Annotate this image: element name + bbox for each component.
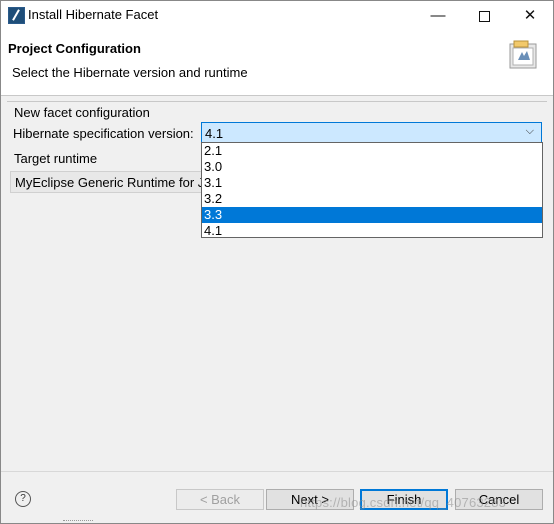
dropdown-option[interactable]: 3.2 [202, 191, 542, 207]
minimize-button[interactable]: — [415, 1, 461, 31]
chevron-down-icon: ⌵ [525, 125, 534, 137]
close-button[interactable]: ✕ [507, 1, 553, 31]
version-combo-value: 4.1 [205, 126, 224, 141]
app-icon [8, 7, 25, 24]
back-button[interactable]: < Back [176, 489, 264, 510]
dropdown-option[interactable]: 2.1 [202, 143, 542, 159]
runtime-label: Target runtime [14, 151, 98, 166]
dialog-window: Install Hibernate Facet — ✕ Project Conf… [0, 0, 554, 524]
dropdown-option[interactable]: 3.1 [202, 175, 542, 191]
page-subtitle: Select the Hibernate version and runtime [12, 65, 248, 80]
wizard-header: Project Configuration Select the Hiberna… [1, 31, 553, 96]
resize-grip [63, 520, 93, 523]
group-title: New facet configuration [14, 105, 150, 120]
wizard-banner-icon [509, 40, 537, 69]
version-label: Hibernate specification version: [13, 126, 194, 141]
page-title: Project Configuration [8, 41, 141, 56]
window-title: Install Hibernate Facet [28, 7, 159, 22]
dropdown-option[interactable]: 3.0 [202, 159, 542, 175]
dropdown-option-highlighted[interactable]: 3.3 [202, 207, 542, 223]
help-icon[interactable]: ? [15, 491, 31, 507]
dropdown-option[interactable]: 4.1 [202, 223, 542, 239]
footer-divider [1, 471, 553, 472]
watermark-text: https://blog.csdn.net/qq_40763283 [300, 495, 507, 510]
maximize-icon [478, 10, 490, 22]
version-dropdown-list[interactable]: 2.1 3.0 3.1 3.2 3.3 4.1 [201, 142, 543, 238]
maximize-button[interactable] [461, 1, 507, 31]
title-bar: Install Hibernate Facet — ✕ [1, 1, 553, 31]
version-combo[interactable]: 4.1 ⌵ [201, 122, 542, 143]
runtime-value: MyEclipse Generic Runtime for Ja [15, 175, 201, 190]
runtime-field[interactable]: MyEclipse Generic Runtime for Ja [10, 171, 202, 193]
